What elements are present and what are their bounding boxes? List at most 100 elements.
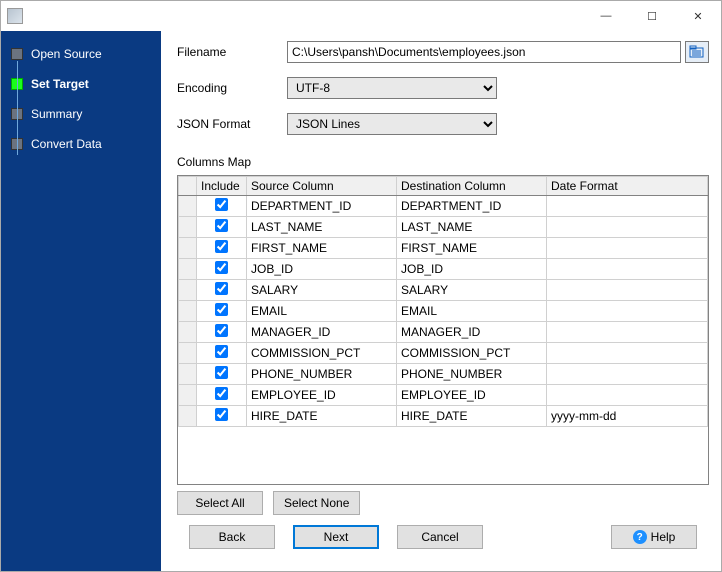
cell-source[interactable]: JOB_ID [247, 259, 397, 280]
cell-source[interactable]: COMMISSION_PCT [247, 343, 397, 364]
cell-source[interactable]: DEPARTMENT_ID [247, 196, 397, 217]
table-row[interactable]: JOB_IDJOB_ID [179, 259, 708, 280]
include-checkbox[interactable] [215, 324, 228, 337]
cell-source[interactable]: EMAIL [247, 301, 397, 322]
table-row[interactable]: COMMISSION_PCTCOMMISSION_PCT [179, 343, 708, 364]
cell-destination[interactable]: FIRST_NAME [397, 238, 547, 259]
cell-include[interactable] [197, 196, 247, 217]
cell-destination[interactable]: LAST_NAME [397, 217, 547, 238]
table-row[interactable]: EMAILEMAIL [179, 301, 708, 322]
row-header[interactable] [179, 322, 197, 343]
cell-include[interactable] [197, 364, 247, 385]
cell-destination[interactable]: PHONE_NUMBER [397, 364, 547, 385]
cell-destination[interactable]: EMPLOYEE_ID [397, 385, 547, 406]
cell-include[interactable] [197, 280, 247, 301]
include-checkbox[interactable] [215, 345, 228, 358]
minimize-button[interactable]: — [583, 1, 629, 31]
table-row[interactable]: LAST_NAMELAST_NAME [179, 217, 708, 238]
step-label: Convert Data [31, 137, 102, 151]
cell-include[interactable] [197, 238, 247, 259]
row-header[interactable] [179, 343, 197, 364]
filename-input[interactable] [287, 41, 681, 63]
col-header-destination[interactable]: Destination Column [397, 177, 547, 196]
cell-include[interactable] [197, 217, 247, 238]
row-header[interactable] [179, 280, 197, 301]
include-checkbox[interactable] [215, 387, 228, 400]
sidebar-step-set-target[interactable]: Set Target [1, 69, 161, 99]
include-checkbox[interactable] [215, 219, 228, 232]
table-row[interactable]: FIRST_NAMEFIRST_NAME [179, 238, 708, 259]
cell-source[interactable]: PHONE_NUMBER [247, 364, 397, 385]
include-checkbox[interactable] [215, 282, 228, 295]
cell-include[interactable] [197, 385, 247, 406]
cell-date-format[interactable] [547, 196, 708, 217]
cell-date-format[interactable] [547, 217, 708, 238]
next-button[interactable]: Next [293, 525, 379, 549]
cell-date-format[interactable] [547, 385, 708, 406]
table-row[interactable]: EMPLOYEE_IDEMPLOYEE_ID [179, 385, 708, 406]
columns-map-table[interactable]: Include Source Column Destination Column… [178, 176, 708, 427]
include-checkbox[interactable] [215, 303, 228, 316]
cell-destination[interactable]: JOB_ID [397, 259, 547, 280]
sidebar-step-summary[interactable]: Summary [1, 99, 161, 129]
cell-source[interactable]: HIRE_DATE [247, 406, 397, 427]
cell-date-format[interactable] [547, 343, 708, 364]
cell-source[interactable]: MANAGER_ID [247, 322, 397, 343]
cell-date-format[interactable] [547, 280, 708, 301]
cell-source[interactable]: FIRST_NAME [247, 238, 397, 259]
back-button[interactable]: Back [189, 525, 275, 549]
sidebar-step-convert-data[interactable]: Convert Data [1, 129, 161, 159]
json-format-select[interactable]: JSON Lines [287, 113, 497, 135]
table-row[interactable]: HIRE_DATEHIRE_DATEyyyy-mm-dd [179, 406, 708, 427]
cell-destination[interactable]: SALARY [397, 280, 547, 301]
include-checkbox[interactable] [215, 261, 228, 274]
cell-date-format[interactable] [547, 364, 708, 385]
col-header-date-format[interactable]: Date Format [547, 177, 708, 196]
row-header[interactable] [179, 217, 197, 238]
cell-date-format[interactable] [547, 259, 708, 280]
include-checkbox[interactable] [215, 198, 228, 211]
row-header[interactable] [179, 238, 197, 259]
cell-source[interactable]: SALARY [247, 280, 397, 301]
encoding-select[interactable]: UTF-8 [287, 77, 497, 99]
cell-include[interactable] [197, 301, 247, 322]
help-button[interactable]: ? Help [611, 525, 697, 549]
col-header-include[interactable]: Include [197, 177, 247, 196]
row-header[interactable] [179, 406, 197, 427]
maximize-button[interactable]: ☐ [629, 1, 675, 31]
cell-date-format[interactable]: yyyy-mm-dd [547, 406, 708, 427]
cell-include[interactable] [197, 259, 247, 280]
select-none-button[interactable]: Select None [273, 491, 360, 515]
cell-source[interactable]: LAST_NAME [247, 217, 397, 238]
row-header[interactable] [179, 301, 197, 322]
cell-destination[interactable]: EMAIL [397, 301, 547, 322]
cell-date-format[interactable] [547, 301, 708, 322]
row-header[interactable] [179, 259, 197, 280]
include-checkbox[interactable] [215, 366, 228, 379]
row-header[interactable] [179, 385, 197, 406]
select-all-button[interactable]: Select All [177, 491, 263, 515]
table-row[interactable]: PHONE_NUMBERPHONE_NUMBER [179, 364, 708, 385]
sidebar-step-open-source[interactable]: Open Source [1, 39, 161, 69]
cell-source[interactable]: EMPLOYEE_ID [247, 385, 397, 406]
row-header[interactable] [179, 364, 197, 385]
table-row[interactable]: SALARYSALARY [179, 280, 708, 301]
cell-include[interactable] [197, 322, 247, 343]
cell-destination[interactable]: MANAGER_ID [397, 322, 547, 343]
cancel-button[interactable]: Cancel [397, 525, 483, 549]
cell-include[interactable] [197, 343, 247, 364]
row-header[interactable] [179, 196, 197, 217]
cell-destination[interactable]: DEPARTMENT_ID [397, 196, 547, 217]
cell-destination[interactable]: COMMISSION_PCT [397, 343, 547, 364]
col-header-source[interactable]: Source Column [247, 177, 397, 196]
include-checkbox[interactable] [215, 240, 228, 253]
browse-button[interactable] [685, 41, 709, 63]
table-row[interactable]: DEPARTMENT_IDDEPARTMENT_ID [179, 196, 708, 217]
cell-date-format[interactable] [547, 238, 708, 259]
cell-destination[interactable]: HIRE_DATE [397, 406, 547, 427]
include-checkbox[interactable] [215, 408, 228, 421]
cell-date-format[interactable] [547, 322, 708, 343]
close-button[interactable]: ✕ [675, 1, 721, 31]
table-row[interactable]: MANAGER_IDMANAGER_ID [179, 322, 708, 343]
cell-include[interactable] [197, 406, 247, 427]
